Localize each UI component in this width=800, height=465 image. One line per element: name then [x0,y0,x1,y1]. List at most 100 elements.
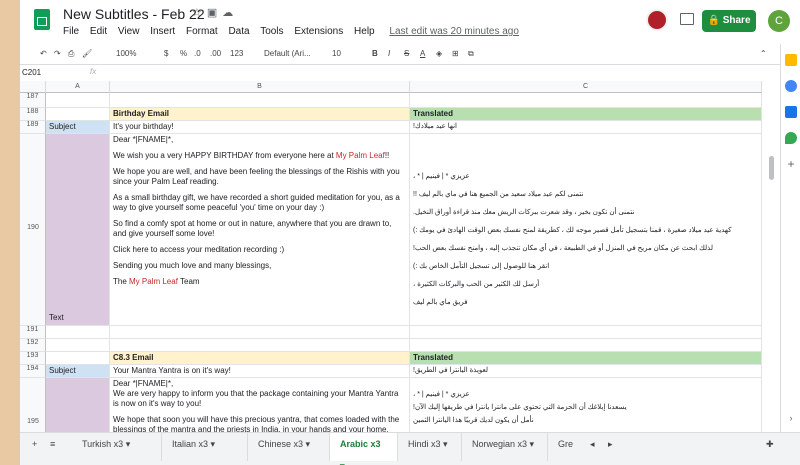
cell[interactable] [46,326,110,339]
column-header-b[interactable]: B [110,81,410,93]
row-number[interactable]: 193 [20,352,46,365]
increase-decimal-button[interactable]: .00 [210,49,221,58]
sheets-logo-icon[interactable] [34,9,50,30]
tab-hindi[interactable]: Hindi x3 ▾ [398,433,462,461]
translated-heading-cell[interactable]: Translated [410,352,762,365]
tab-menu-icon[interactable]: ▾ [443,439,448,449]
fill-color-icon[interactable]: ◈ [436,49,442,58]
email-body-cell[interactable]: Dear *|FNAME|*, We wish you a very HAPPY… [110,134,410,326]
tab-menu-icon[interactable]: ▾ [126,439,131,449]
cell[interactable] [46,352,110,365]
tab-norwegian[interactable]: Norwegian x3 ▾ [462,433,548,461]
last-edit-link[interactable]: Last edit was 20 minutes ago [389,26,519,37]
tab-arabic[interactable]: Arabic x3 ▾ [330,433,398,465]
strikethrough-button[interactable]: S [404,49,409,58]
subject-cell[interactable]: It's your birthday! [110,121,410,134]
menu-format[interactable]: Format [186,26,218,37]
borders-icon[interactable]: ⊞ [452,49,459,58]
subject-cell[interactable]: Your Mantra Yantra is on it's way! [110,365,410,378]
cell[interactable] [46,93,110,108]
row-number[interactable]: 189 [20,121,46,134]
comment-history-icon[interactable] [680,13,694,25]
tab-italian[interactable]: Italian x3 ▾ [162,433,248,461]
scroll-tabs-left-icon[interactable]: ◂ [586,433,599,461]
decrease-decimal-button[interactable]: .0 [194,49,201,58]
menu-extensions[interactable]: Extensions [294,26,343,37]
row-number[interactable]: 195 [20,378,46,432]
currency-button[interactable]: $ [164,49,168,58]
all-sheets-icon[interactable]: ≡ [46,433,59,461]
maps-icon[interactable] [785,132,797,144]
tab-menu-icon[interactable]: ▾ [530,439,535,449]
font-size-select[interactable]: 10 [332,49,341,58]
label-cell[interactable]: Subject [46,365,110,378]
label-cell[interactable] [46,378,110,432]
label-cell[interactable]: Text [46,134,110,326]
translated-heading-cell[interactable]: Translated [410,108,762,121]
italic-button[interactable]: I [388,49,390,58]
subject-translation-cell[interactable]: انها عيد ميلادك! [410,121,762,134]
tasks-icon[interactable] [785,80,797,92]
document-title[interactable]: New Subtitles - Feb 22 [63,6,205,22]
move-folder-icon[interactable]: ▣ [207,7,222,19]
tab-greek[interactable]: Gre [548,433,588,461]
cell[interactable] [410,339,762,352]
menu-file[interactable]: File [63,26,79,37]
row-number[interactable]: 188 [20,108,46,121]
contacts-icon[interactable] [785,106,797,118]
add-addon-icon[interactable]: + [785,158,797,170]
vertical-scrollbar[interactable] [762,81,780,432]
font-select[interactable]: Default (Ari... [264,49,311,58]
number-format-select[interactable]: 123 [230,49,243,58]
row-number[interactable]: 192 [20,339,46,352]
tab-chinese[interactable]: Chinese x3 ▾ [248,433,330,461]
percent-button[interactable]: % [180,49,187,58]
column-header-c[interactable]: C [410,81,762,93]
subject-translation-cell[interactable]: لعويذة اليانترا في الطريق! [410,365,762,378]
expand-panel-icon[interactable]: › [785,412,797,424]
cell[interactable] [410,326,762,339]
merge-cells-icon[interactable]: ⧉ [468,49,474,59]
row-number[interactable]: 187 [20,93,46,108]
cloud-status-icon[interactable]: ☁ [222,7,238,19]
scroll-tabs-right-icon[interactable]: ▸ [604,433,617,461]
translation-cell[interactable]: عزيزي * | فينيم | * ، يسعدنا إبلاغك أن ا… [410,378,762,432]
name-box[interactable]: C201 [22,68,78,77]
share-button[interactable]: 🔒 Share [702,10,756,32]
collapse-toolbar-icon[interactable]: ⌃ [760,49,767,58]
menu-view[interactable]: View [118,26,140,37]
zoom-select[interactable]: 100% [116,49,136,58]
corner-header[interactable] [20,81,46,93]
cell[interactable] [110,326,410,339]
tab-turkish[interactable]: Turkish x3 ▾ [72,433,162,461]
print-icon[interactable]: ⎙ [68,49,74,59]
cell[interactable] [46,339,110,352]
bold-button[interactable]: B [372,49,378,58]
tab-menu-icon[interactable]: ▾ [211,439,216,449]
menu-insert[interactable]: Insert [150,26,175,37]
menu-data[interactable]: Data [228,26,249,37]
add-sheet-icon[interactable]: + [28,433,41,461]
star-icon[interactable]: ☆ [192,7,207,19]
undo-icon[interactable]: ↶ [40,49,47,58]
tab-menu-icon[interactable]: ▾ [340,461,345,465]
tab-menu-icon[interactable]: ▾ [306,439,311,449]
menu-help[interactable]: Help [354,26,375,37]
row-number[interactable]: 190 [20,134,46,326]
menu-edit[interactable]: Edit [90,26,107,37]
row-number[interactable]: 194 [20,365,46,378]
scrollbar-thumb[interactable] [769,156,774,180]
recording-indicator-icon[interactable] [646,9,668,31]
section-heading-cell[interactable]: C8.3 Email [110,352,410,365]
cell[interactable] [110,339,410,352]
explore-icon[interactable]: ✚ [762,433,778,461]
keep-icon[interactable] [785,54,797,66]
section-heading-cell[interactable]: Birthday Email [110,108,410,121]
label-cell[interactable]: Subject [46,121,110,134]
row-number[interactable]: 191 [20,326,46,339]
paint-format-icon[interactable]: 🖌 [82,49,92,58]
text-color-button[interactable]: A [420,49,425,58]
column-header-a[interactable]: A [46,81,110,93]
menu-tools[interactable]: Tools [260,26,283,37]
cell[interactable] [46,108,110,121]
